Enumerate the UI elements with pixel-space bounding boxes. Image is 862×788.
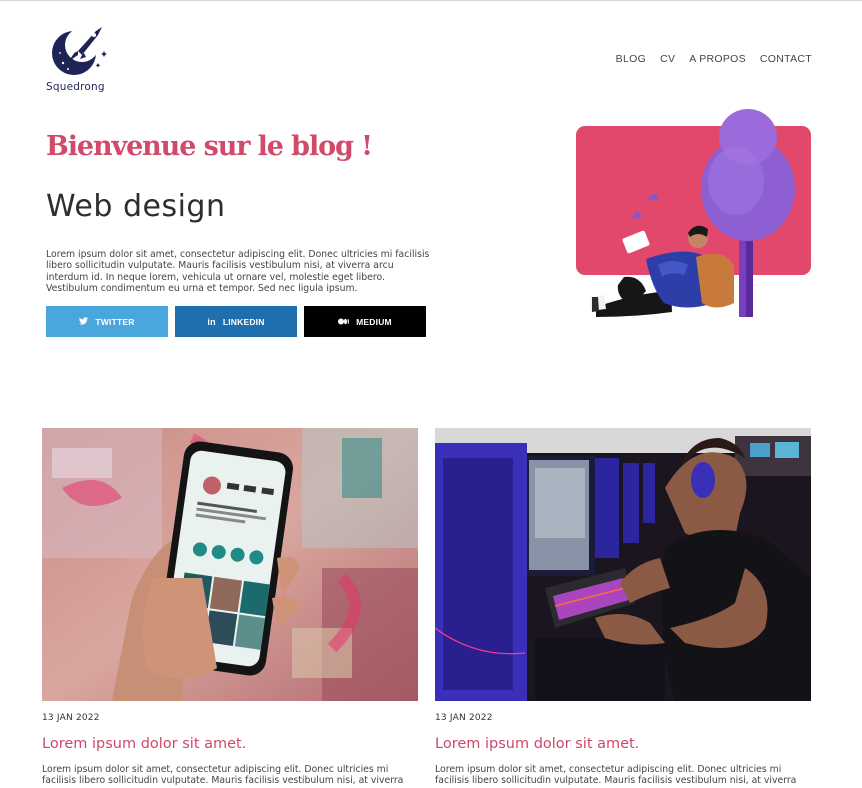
medium-label: MEDIUM [356, 316, 392, 327]
nav-item-cv[interactable]: CV [660, 53, 675, 65]
linkedin-label: LINKEDIN [222, 316, 265, 327]
post-image-gamer[interactable] [435, 428, 811, 701]
nav-item-contact[interactable]: CONTACT [760, 53, 812, 65]
main-nav: BLOG CV A PROPOS CONTACT [602, 53, 812, 65]
hero-subtitle: Web design [46, 189, 226, 224]
post-excerpt: Lorem ipsum dolor sit amet, consectetur … [435, 764, 797, 786]
gamer-photo [435, 428, 811, 701]
twitter-label: TWITTER [95, 316, 135, 327]
post-card[interactable]: 13 JAN 2022 Lorem ipsum dolor sit amet. … [42, 428, 418, 786]
linkedin-button[interactable]: in LINKEDIN [175, 306, 297, 337]
nav-item-a-propos[interactable]: A PROPOS [689, 53, 746, 65]
post-image-phone[interactable] [42, 428, 418, 701]
medium-button[interactable]: MEDIUM [304, 306, 426, 337]
post-date: 13 JAN 2022 [42, 713, 100, 723]
brand-name: Squedrong [46, 81, 105, 93]
rocket-moon-logo-icon [52, 27, 107, 75]
nav-item-blog[interactable]: BLOG [616, 53, 646, 65]
post-title[interactable]: Lorem ipsum dolor sit amet. [42, 736, 418, 752]
post-card[interactable]: 13 JAN 2022 Lorem ipsum dolor sit amet. … [435, 428, 811, 786]
medium-icon [338, 317, 350, 327]
twitter-icon [79, 316, 89, 327]
phone-photo [42, 428, 418, 701]
linkedin-icon: in [207, 316, 216, 327]
post-date: 13 JAN 2022 [435, 713, 493, 723]
reading-person-illustration [576, 109, 811, 317]
hero-text: Lorem ipsum dolor sit amet, consectetur … [46, 249, 430, 295]
twitter-button[interactable]: TWITTER [46, 306, 168, 337]
post-excerpt: Lorem ipsum dolor sit amet, consectetur … [42, 764, 404, 786]
post-title[interactable]: Lorem ipsum dolor sit amet. [435, 736, 811, 752]
hero-title: Bienvenue sur le blog ! [46, 131, 373, 162]
